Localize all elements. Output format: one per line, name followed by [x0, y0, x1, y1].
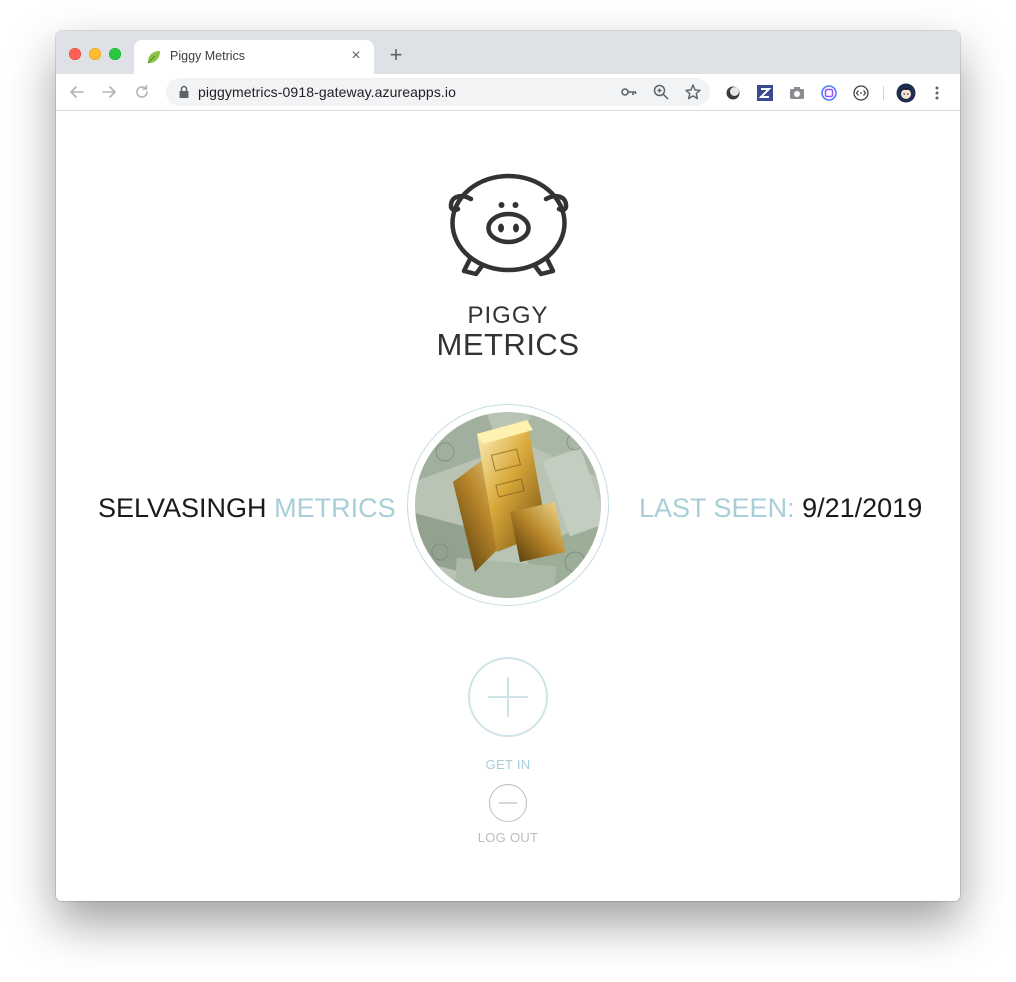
address-bar[interactable]: piggymetrics-0918-gateway.azureapps.io — [166, 78, 710, 106]
window-close-button[interactable] — [69, 48, 81, 60]
key-icon[interactable] — [620, 83, 638, 101]
window-minimize-button[interactable] — [89, 48, 101, 60]
browser-window: Piggy Metrics × + piggymetrics-0918-gate… — [56, 31, 960, 901]
page-content: PIGGY METRICS SELVASINGH METRICS LAST SE… — [56, 111, 960, 901]
camera-extension-icon[interactable] — [788, 84, 806, 102]
more-menu-icon[interactable] — [928, 84, 946, 102]
get-in-button[interactable] — [468, 657, 548, 737]
plus-icon — [488, 677, 528, 717]
brand-title-line2: METRICS — [436, 327, 580, 362]
tab-close-icon[interactable]: × — [348, 48, 364, 64]
new-tab-button[interactable]: + — [386, 44, 406, 66]
tab-bar: Piggy Metrics × + — [56, 31, 960, 74]
last-seen-label: LAST SEEN: — [639, 493, 795, 523]
pig-icon — [448, 173, 569, 277]
username: SELVASINGH — [98, 493, 267, 523]
avatar[interactable] — [415, 412, 601, 598]
reload-icon[interactable] — [133, 83, 151, 101]
minus-icon — [499, 802, 517, 804]
brand-title-line1: PIGGY — [467, 302, 549, 329]
last-seen-date: 9/21/2019 — [802, 493, 923, 523]
url-text[interactable]: piggymetrics-0918-gateway.azureapps.io — [198, 84, 456, 100]
profile-avatar-icon[interactable] — [896, 83, 916, 103]
z-extension-icon[interactable] — [756, 84, 774, 102]
user-metrics-heading: SELVASINGH METRICS — [98, 493, 396, 524]
star-icon[interactable] — [684, 83, 702, 101]
dark-reader-extension-icon[interactable] — [724, 84, 742, 102]
lock-icon — [179, 85, 189, 98]
back-icon[interactable] — [68, 83, 86, 101]
log-out-button[interactable] — [489, 784, 527, 822]
browser-tab[interactable]: Piggy Metrics × — [134, 40, 374, 74]
avatar-frame[interactable] — [407, 404, 609, 606]
leaf-icon — [147, 51, 160, 64]
metrics-suffix: METRICS — [274, 493, 396, 523]
code-extension-icon[interactable] — [852, 84, 870, 102]
toolbar-divider — [883, 86, 884, 100]
tab-title: Piggy Metrics — [170, 49, 246, 63]
log-out-label[interactable]: LOG OUT — [458, 830, 558, 845]
window-maximize-button[interactable] — [109, 48, 121, 60]
get-in-label[interactable]: GET IN — [458, 757, 558, 772]
forward-icon[interactable] — [100, 83, 118, 101]
last-seen: LAST SEEN: 9/21/2019 — [639, 493, 922, 524]
browser-toolbar: piggymetrics-0918-gateway.azureapps.io — [56, 74, 960, 111]
ring-extension-icon[interactable] — [820, 84, 838, 102]
zoom-icon[interactable] — [652, 83, 670, 101]
